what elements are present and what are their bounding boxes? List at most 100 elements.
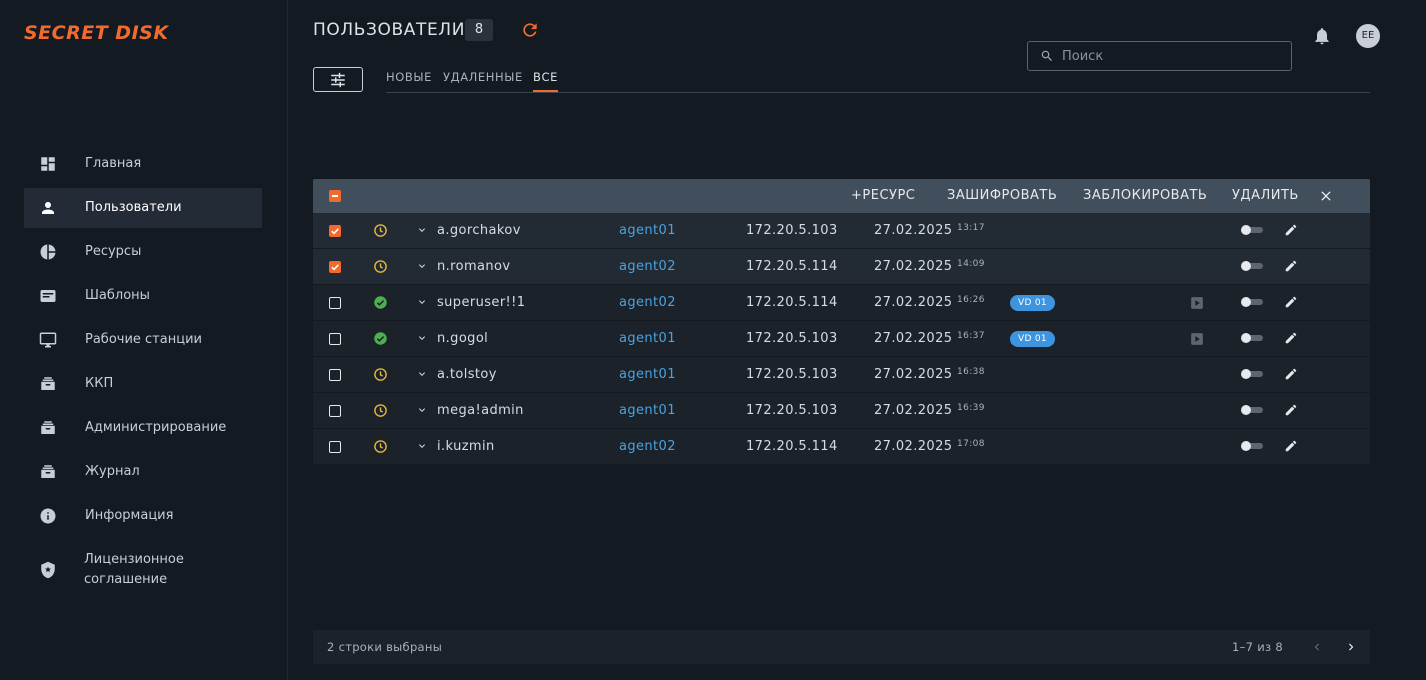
checkmark-icon	[331, 228, 339, 235]
table-row[interactable]: n.gogol agent01 172.20.5.103 27.02.2025 16:3…	[313, 321, 1370, 357]
table-row[interactable]: a.gorchakov agent01 172.20.5.103 27.02.2025…	[313, 213, 1370, 249]
chevron-down-icon[interactable]	[416, 440, 428, 452]
date-value: 27.02.2025	[874, 223, 953, 238]
active-toggle[interactable]	[1241, 405, 1263, 415]
active-toggle[interactable]	[1241, 297, 1263, 307]
active-toggle[interactable]	[1241, 441, 1263, 451]
agent-link[interactable]: agent01	[619, 357, 676, 392]
user-name: a.tolstoy	[437, 367, 497, 382]
sidebar-item-templates[interactable]: Шаблоны	[24, 276, 262, 316]
info-icon	[38, 506, 58, 526]
edit-pencil-icon[interactable]	[1284, 403, 1298, 417]
chevron-down-icon[interactable]	[416, 332, 428, 344]
table-row[interactable]: superuser!!1 agent02 172.20.5.114 27.02.202…	[313, 285, 1370, 321]
user-name: n.romanov	[437, 259, 511, 274]
tab-new[interactable]: НОВЫЕ	[386, 70, 432, 90]
refresh-icon[interactable]	[520, 20, 540, 40]
sidebar-item-resources[interactable]: Ресурсы	[24, 232, 262, 272]
block-button[interactable]: ЗАБЛОКИРОВАТЬ	[1083, 179, 1207, 213]
edit-pencil-icon[interactable]	[1284, 295, 1298, 309]
encrypt-button[interactable]: ЗАШИФРОВАТЬ	[947, 179, 1057, 213]
row-checkbox[interactable]	[329, 225, 341, 237]
app-logo[interactable]: SECRET DISK	[24, 22, 169, 44]
inbox-icon	[38, 462, 58, 482]
active-toggle[interactable]	[1241, 261, 1263, 271]
user-name: mega!admin	[437, 403, 524, 418]
sidebar-item-kkp[interactable]: ККП	[24, 364, 262, 404]
notifications-bell-icon[interactable]	[1312, 25, 1332, 47]
chevron-down-icon[interactable]	[416, 296, 428, 308]
users-table: +РЕСУРС ЗАШИФРОВАТЬ ЗАБЛОКИРОВАТЬ УДАЛИТ…	[313, 179, 1370, 465]
row-checkbox[interactable]	[329, 369, 341, 381]
sidebar-item-label: Журнал	[85, 464, 140, 479]
selection-count-text: 2 строки выбраны	[327, 640, 443, 654]
search-field[interactable]	[1027, 41, 1292, 71]
sliders-icon	[331, 72, 345, 87]
sidebar-item-workstations[interactable]: Рабочие станции	[24, 320, 262, 360]
sidebar-item-information[interactable]: Информация	[24, 496, 262, 536]
table-row[interactable]: mega!admin agent01 172.20.5.103 27.02.2025 1…	[313, 393, 1370, 429]
ip-address: 172.20.5.103	[746, 367, 838, 382]
sidebar-item-users[interactable]: Пользователи	[24, 188, 262, 228]
chevron-down-icon[interactable]	[416, 368, 428, 380]
edit-pencil-icon[interactable]	[1284, 331, 1298, 345]
active-toggle[interactable]	[1241, 333, 1263, 343]
indeterminate-icon	[332, 195, 338, 197]
chevron-down-icon[interactable]	[416, 224, 428, 236]
agent-link[interactable]: agent02	[619, 429, 676, 464]
sidebar-item-license-agreement[interactable]: Лицензионное соглашение	[24, 540, 262, 600]
inbox-icon	[38, 418, 58, 438]
table-footer: 2 строки выбраны 1–7 из 8	[313, 630, 1370, 664]
user-avatar[interactable]: EE	[1356, 24, 1380, 48]
edit-pencil-icon[interactable]	[1284, 223, 1298, 237]
date-value: 27.02.2025	[874, 295, 953, 310]
ip-address: 172.20.5.103	[746, 403, 838, 418]
status-pending-clock-icon	[373, 403, 388, 418]
select-all-checkbox[interactable]	[329, 190, 341, 202]
add-resource-button[interactable]: +РЕСУРС	[851, 179, 915, 213]
sidebar-item-journal[interactable]: Журнал	[24, 452, 262, 492]
tab-deleted[interactable]: УДАЛЕННЫЕ	[443, 70, 523, 90]
chevron-down-icon[interactable]	[416, 404, 428, 416]
play-icon[interactable]	[1190, 332, 1204, 346]
delete-button[interactable]: УДАЛИТЬ	[1232, 179, 1299, 213]
active-toggle[interactable]	[1241, 225, 1263, 235]
vd-badge[interactable]: VD 01	[1010, 295, 1055, 311]
edit-pencil-icon[interactable]	[1284, 367, 1298, 381]
row-checkbox[interactable]	[329, 297, 341, 309]
sidebar-item-label: Ресурсы	[85, 244, 142, 259]
sidebar-item-administration[interactable]: Администрирование	[24, 408, 262, 448]
sidebar-nav: Главная Пользователи Ресурсы Шаблоны Рабочие…	[24, 144, 262, 604]
agent-link[interactable]: agent02	[619, 249, 676, 284]
row-checkbox[interactable]	[329, 441, 341, 453]
ip-address: 172.20.5.103	[746, 223, 838, 238]
row-checkbox[interactable]	[329, 261, 341, 273]
agent-link[interactable]: agent01	[619, 321, 676, 356]
ip-address: 172.20.5.114	[746, 259, 838, 274]
next-page-icon[interactable]	[1344, 640, 1358, 654]
filter-settings-button[interactable]	[313, 67, 363, 92]
close-icon[interactable]	[1318, 188, 1334, 204]
sidebar-item-label: ККП	[85, 376, 114, 391]
table-row[interactable]: n.romanov agent02 172.20.5.114 27.02.2025 14…	[313, 249, 1370, 285]
active-toggle[interactable]	[1241, 369, 1263, 379]
row-checkbox[interactable]	[329, 405, 341, 417]
chevron-down-icon[interactable]	[416, 260, 428, 272]
search-input[interactable]	[1060, 47, 1284, 65]
inbox-icon	[38, 374, 58, 394]
row-checkbox[interactable]	[329, 333, 341, 345]
previous-page-icon[interactable]	[1310, 640, 1324, 654]
agent-link[interactable]: agent02	[619, 285, 676, 320]
vd-badge[interactable]: VD 01	[1010, 331, 1055, 347]
edit-pencil-icon[interactable]	[1284, 259, 1298, 273]
agent-link[interactable]: agent01	[619, 393, 676, 428]
agent-link[interactable]: agent01	[619, 213, 676, 248]
tab-all[interactable]: ВСЕ	[533, 70, 558, 92]
play-icon[interactable]	[1190, 296, 1204, 310]
shield-icon	[38, 560, 57, 580]
table-row[interactable]: a.tolstoy agent01 172.20.5.103 27.02.2025 16…	[313, 357, 1370, 393]
sidebar-item-home[interactable]: Главная	[24, 144, 262, 184]
table-row[interactable]: i.kuzmin agent02 172.20.5.114 27.02.2025 17:…	[313, 429, 1370, 465]
dashboard-icon	[38, 154, 58, 174]
edit-pencil-icon[interactable]	[1284, 439, 1298, 453]
